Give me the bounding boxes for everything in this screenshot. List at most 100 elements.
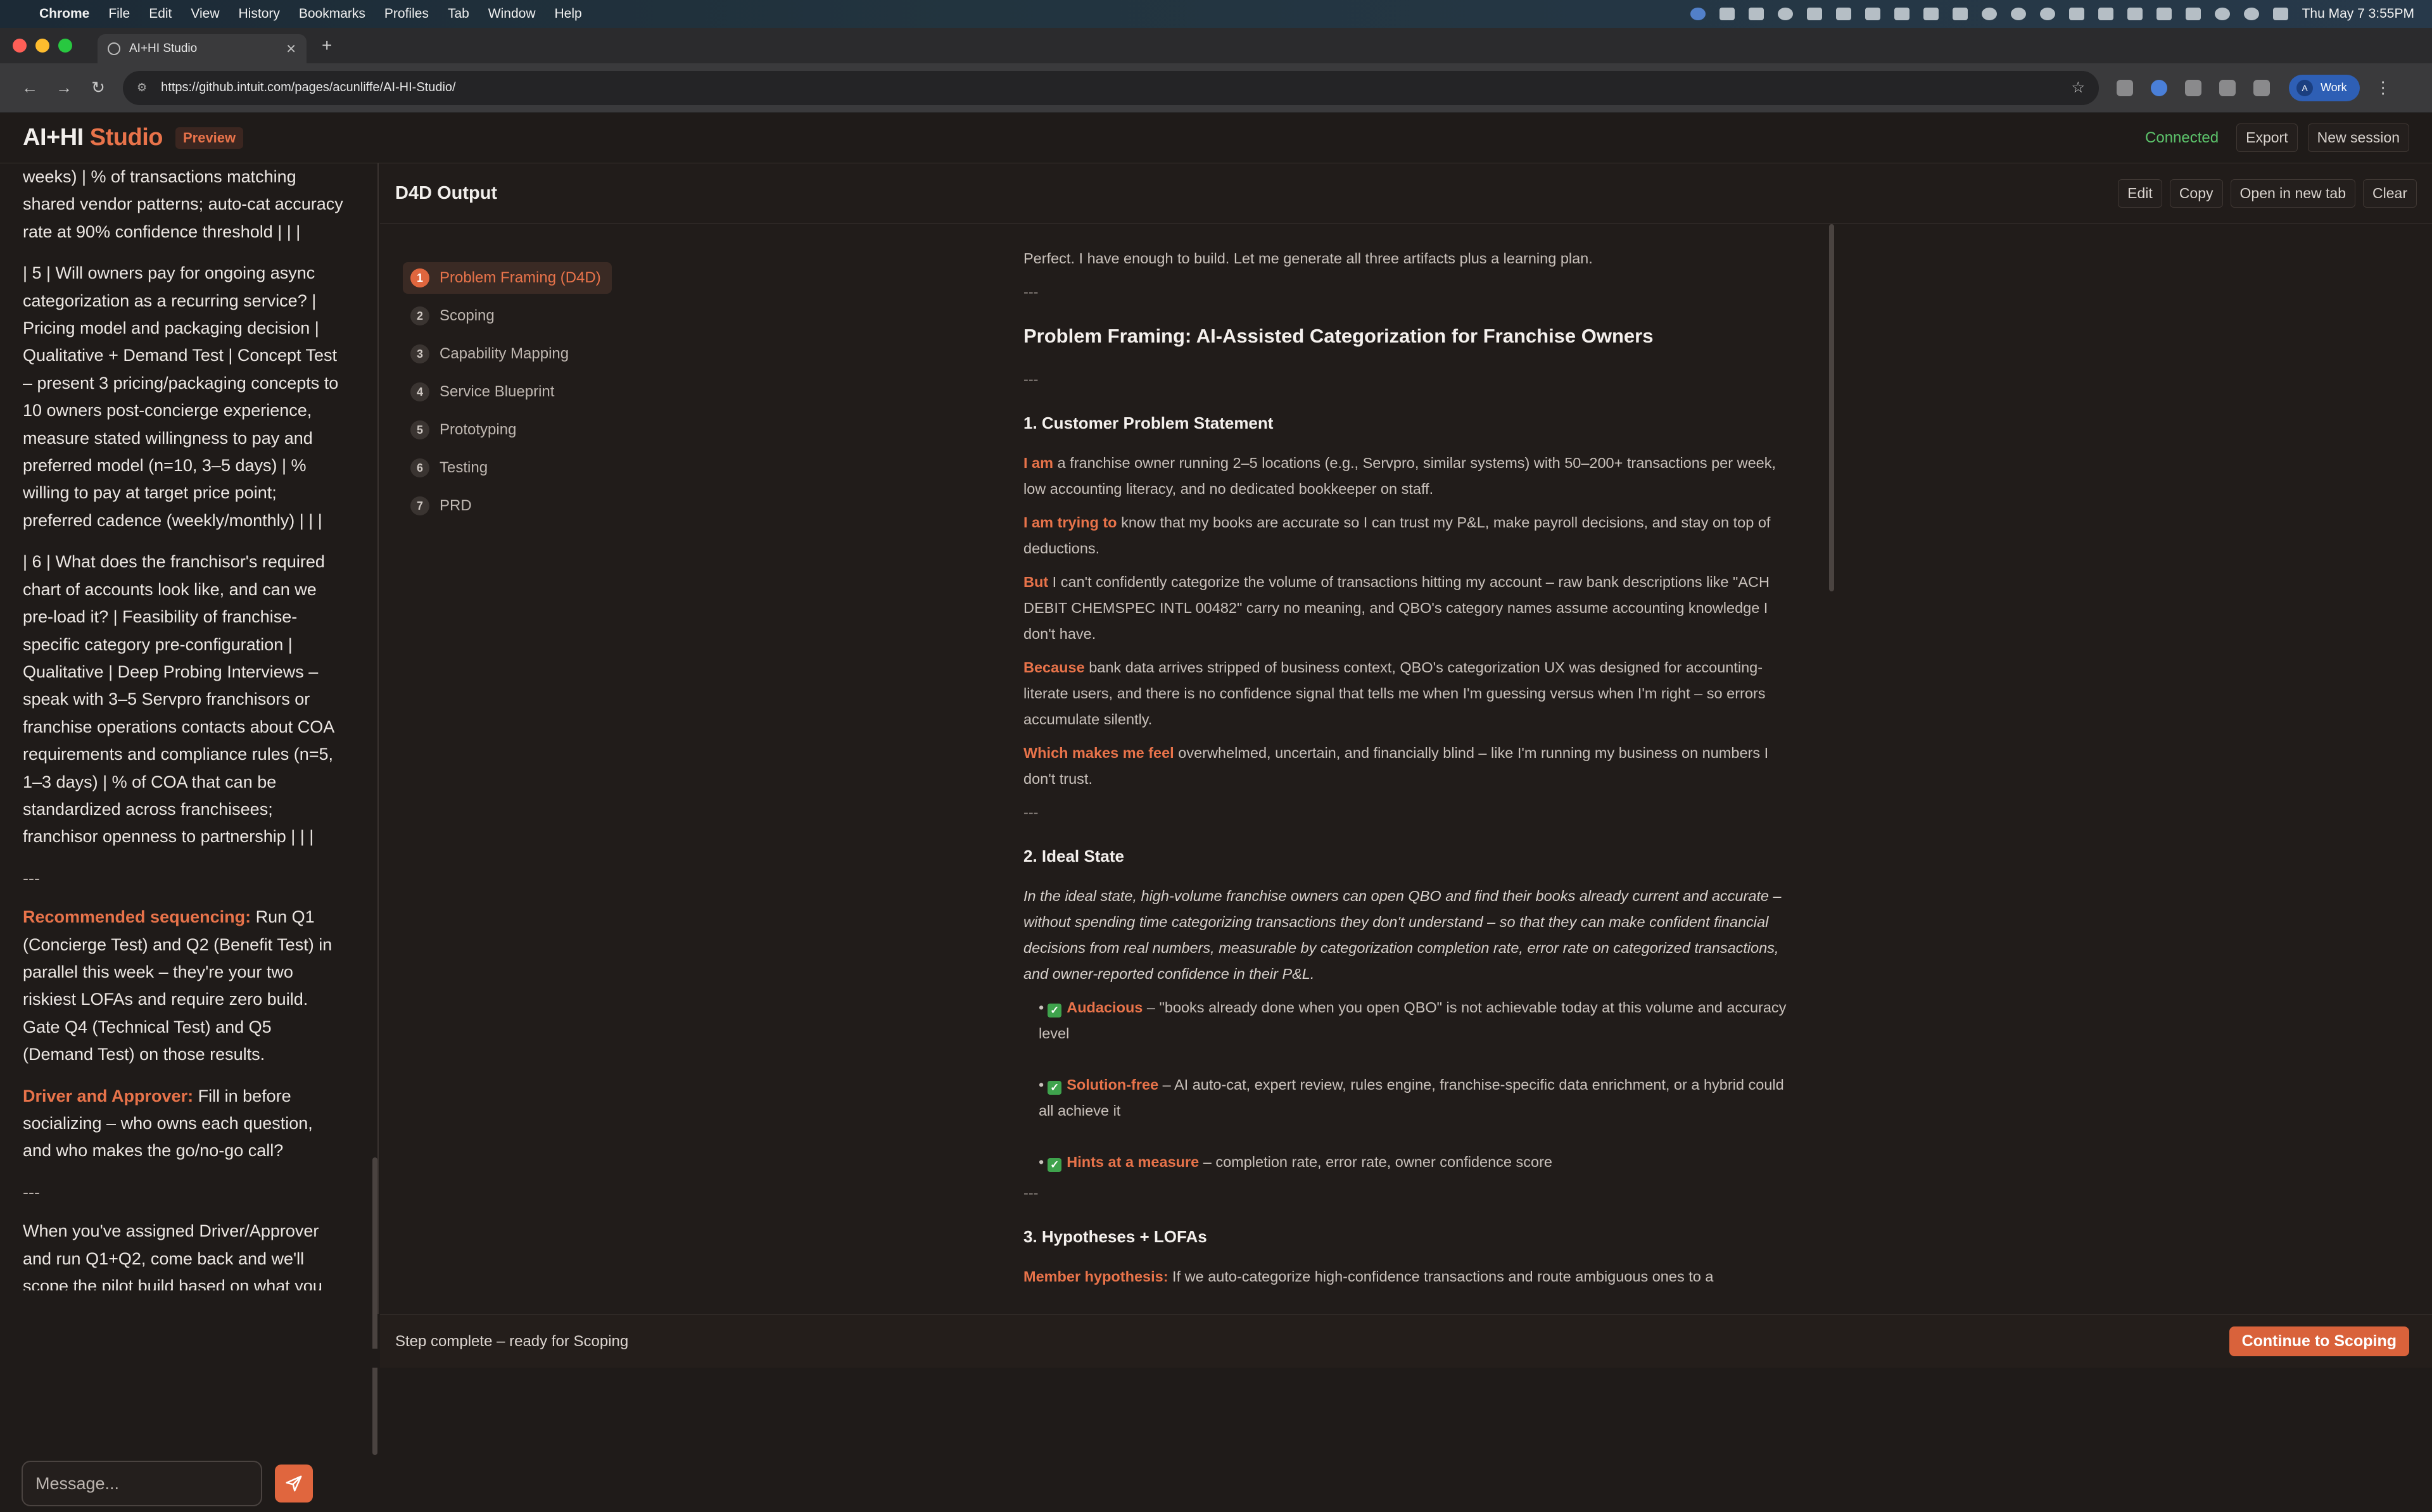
send-button[interactable] — [275, 1465, 313, 1503]
reload-icon[interactable]: ↻ — [81, 78, 115, 98]
step-problem-framing[interactable]: 1 Problem Framing (D4D) — [403, 262, 612, 294]
problem-text: I can't confidently categorize the volum… — [1023, 574, 1770, 642]
step-label: Prototyping — [440, 421, 517, 438]
users-status-icon[interactable] — [2156, 8, 2172, 20]
menu-view[interactable]: View — [191, 6, 219, 22]
puzzle-extensions-icon[interactable] — [2219, 79, 2236, 96]
browser-toolbar: ← → ↻ ⚙ https://github.intuit.com/pages/… — [0, 63, 2432, 113]
menu-profiles[interactable]: Profiles — [384, 6, 429, 22]
criterion-label: Hints at a measure — [1067, 1154, 1200, 1170]
bluetooth-icon[interactable] — [2098, 8, 2113, 20]
shield-extension-icon[interactable] — [2151, 79, 2167, 96]
tab-title: AI+HI Studio — [129, 42, 198, 55]
clear-button[interactable]: Clear — [2363, 179, 2417, 208]
menu-app-name[interactable]: Chrome — [39, 6, 89, 22]
control-center-icon[interactable] — [2272, 8, 2288, 20]
output-header: D4D Output Edit Copy Open in new tab Cle… — [380, 163, 2432, 224]
check-status-icon[interactable] — [1835, 8, 1851, 20]
doc-divider: --- — [1023, 1185, 1039, 1201]
browser-menu-icon[interactable]: ⋮ — [2375, 78, 2391, 98]
sun-status-icon[interactable] — [1981, 8, 1997, 20]
step-number: 7 — [410, 496, 429, 515]
doc-divider: --- — [1023, 804, 1039, 821]
problem-text: bank data arrives stripped of business c… — [1023, 659, 1766, 728]
document-scrollbar[interactable] — [1829, 224, 1834, 591]
chat-scrollbar[interactable] — [372, 1157, 377, 1455]
criterion-item: • ✓ Solution-free – AI auto-cat, expert re… — [1039, 1072, 1790, 1124]
theme-status-icon[interactable] — [1777, 8, 1793, 20]
mail-status-icon[interactable] — [1894, 8, 1910, 20]
copy-button[interactable]: Copy — [2169, 179, 2223, 208]
send-icon — [286, 1475, 302, 1492]
doc-intro: Perfect. I have enough to build. Let me … — [1023, 250, 1593, 267]
camera-status-icon[interactable] — [1952, 8, 1968, 20]
forward-arrow-icon[interactable]: → — [47, 78, 81, 98]
chat-text-block: weeks) | % of transactions matching shar… — [23, 167, 343, 241]
new-tab-button[interactable]: + — [322, 35, 332, 56]
app-status-icon[interactable] — [1806, 8, 1822, 20]
step-testing[interactable]: 6 Testing — [403, 452, 631, 484]
menu-bookmarks[interactable]: Bookmarks — [299, 6, 365, 22]
document-view[interactable]: Perfect. I have enough to build. Let me … — [1023, 246, 1790, 1290]
extension-status-icon[interactable] — [1748, 8, 1764, 20]
problem-text: know that my books are accurate so I can… — [1023, 514, 1771, 557]
maximize-window-button[interactable] — [58, 39, 72, 53]
window-status-icon[interactable] — [1923, 8, 1939, 20]
back-arrow-icon[interactable]: ← — [13, 78, 47, 98]
camera-extension-icon[interactable] — [2117, 79, 2133, 96]
notes-status-icon[interactable] — [1865, 8, 1880, 20]
message-input[interactable] — [22, 1461, 262, 1506]
message-composer — [0, 1455, 379, 1512]
menu-tab[interactable]: Tab — [448, 6, 469, 22]
close-window-button[interactable] — [13, 39, 27, 53]
zoom-status-icon[interactable] — [1690, 8, 1706, 20]
record-status-icon[interactable] — [2010, 8, 2026, 20]
profile-avatar: A — [2296, 79, 2313, 96]
open-new-tab-button[interactable]: Open in new tab — [2230, 179, 2356, 208]
keyword: Because — [1023, 659, 1085, 676]
export-button[interactable]: Export — [2236, 123, 2298, 152]
menu-window[interactable]: Window — [488, 6, 536, 22]
close-tab-icon[interactable]: ✕ — [286, 41, 296, 57]
chat-divider: --- — [23, 868, 40, 888]
step-service-blueprint[interactable]: 4 Service Blueprint — [403, 376, 631, 408]
display-status-icon[interactable] — [2127, 8, 2143, 20]
menu-file[interactable]: File — [108, 6, 130, 22]
spotlight-search-icon[interactable] — [2243, 8, 2259, 20]
edit-button[interactable]: Edit — [2118, 179, 2162, 208]
brand-aihi: AI+HI — [23, 124, 84, 151]
site-info-icon[interactable]: ⚙ — [137, 81, 147, 94]
keyword: I am — [1023, 455, 1054, 471]
step-prototyping[interactable]: 5 Prototyping — [403, 414, 631, 446]
step-capability-mapping[interactable]: 3 Capability Mapping — [403, 338, 631, 370]
reader-extension-icon[interactable] — [2185, 79, 2201, 96]
step-prd[interactable]: 7 PRD — [403, 490, 631, 522]
menu-history[interactable]: History — [239, 6, 280, 22]
menu-edit[interactable]: Edit — [149, 6, 172, 22]
chat-messages[interactable]: weeks) | % of transactions matching shar… — [0, 163, 367, 1290]
side-panel-icon[interactable] — [2253, 79, 2270, 96]
problem-trying-to: I am trying to know that my books are ac… — [1023, 510, 1790, 562]
hypothesis-text: If we auto-categorize high-confidence tr… — [1168, 1268, 1714, 1285]
address-bar[interactable]: ⚙ https://github.intuit.com/pages/acunli… — [123, 70, 2099, 105]
new-session-button[interactable]: New session — [2307, 123, 2409, 152]
cloud-status-icon[interactable] — [1719, 8, 1735, 20]
problem-i-am: I am a franchise owner running 2–5 locat… — [1023, 450, 1790, 502]
key-status-icon[interactable] — [2068, 8, 2084, 20]
minimize-window-button[interactable] — [35, 39, 49, 53]
step-scoping[interactable]: 2 Scoping — [403, 300, 631, 332]
url-text[interactable]: https://github.intuit.com/pages/acunliff… — [161, 80, 455, 95]
menubar-clock[interactable]: Thu May 7 3:55PM — [2302, 6, 2414, 22]
continue-to-scoping-button[interactable]: Continue to Scoping — [2229, 1326, 2409, 1356]
bullet-icon: • — [1039, 1076, 1044, 1093]
gear-status-icon[interactable] — [2039, 8, 2055, 20]
menu-help[interactable]: Help — [555, 6, 582, 22]
wifi-icon[interactable] — [2214, 8, 2230, 20]
bookmark-star-icon[interactable]: ☆ — [2071, 79, 2085, 97]
browser-tab-active[interactable]: AI+HI Studio ✕ — [98, 34, 307, 63]
profile-button[interactable]: A Work — [2289, 74, 2360, 101]
battery-icon[interactable] — [2185, 8, 2201, 20]
window-controls — [13, 39, 72, 53]
section-title-hypotheses: 3. Hypotheses + LOFAs — [1023, 1227, 1207, 1246]
doc-divider: --- — [1023, 371, 1039, 387]
